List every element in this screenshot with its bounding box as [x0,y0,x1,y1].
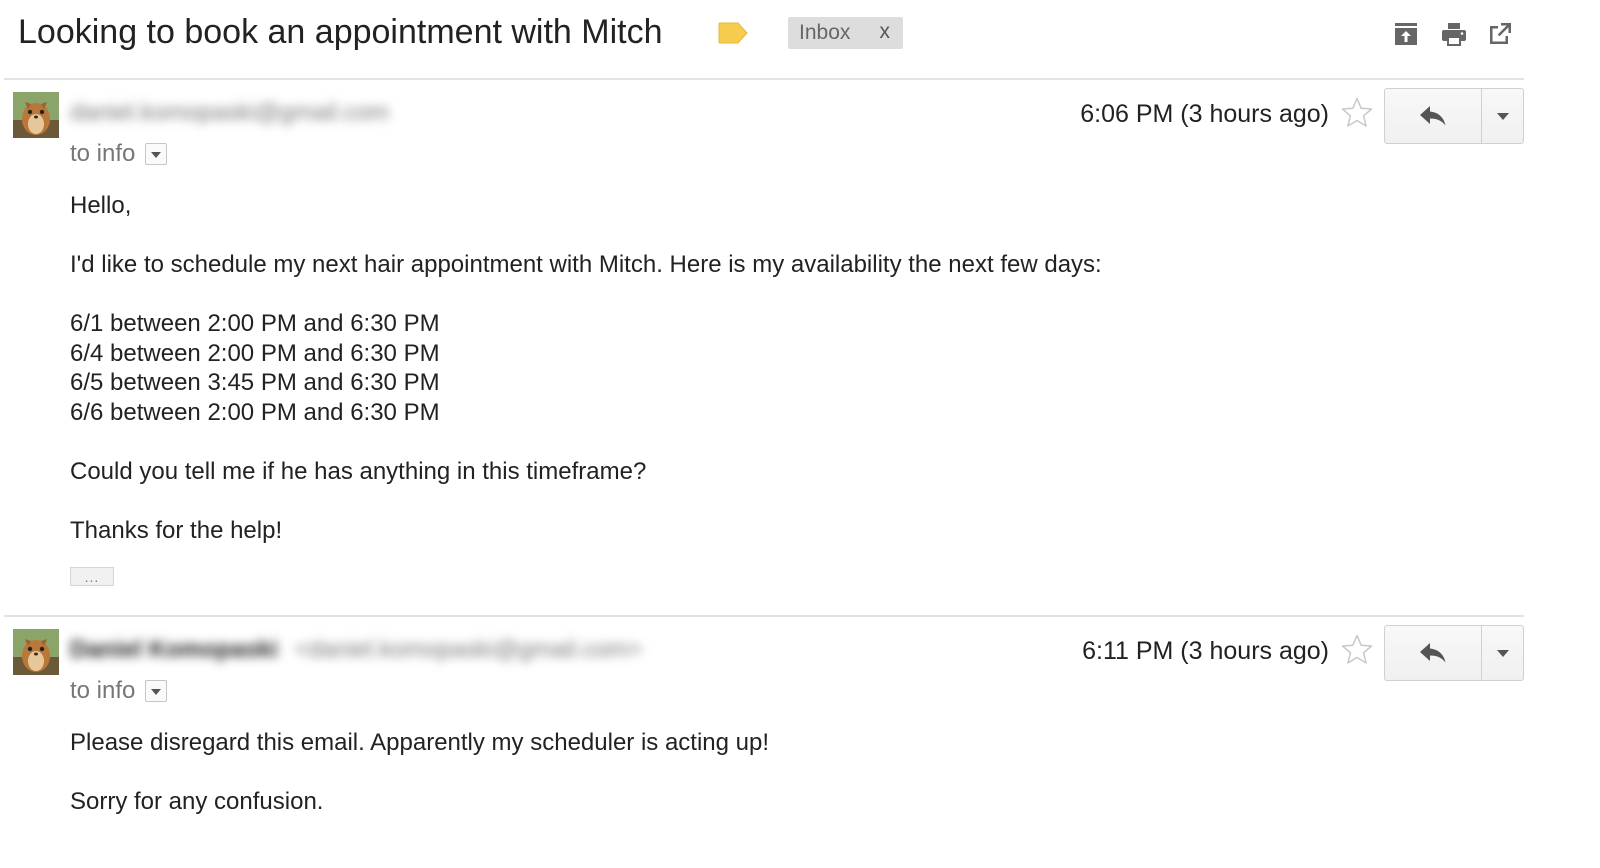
sender-email: daniel.komopaski@gmail.com [70,98,389,128]
message-timestamp: 6:11 PM (3 hours ago) [1082,637,1329,665]
show-details-button[interactable] [145,143,168,165]
chevron-down-icon [1496,649,1509,657]
print-icon[interactable] [1440,20,1468,48]
inbox-label[interactable]: Inbox x [788,17,903,49]
reply-icon [1420,643,1446,663]
sender-email-text: daniel.komopaski@gmail.com [70,99,390,126]
importance-marker-icon[interactable] [718,22,748,44]
body-line: 6/1 between 2:00 PM and 6:30 PM [70,310,440,337]
body-line: I'd like to schedule my next hair appoin… [70,251,1102,278]
chevron-down-icon [151,689,162,695]
body-line: Hello, [70,192,132,219]
remove-label-button[interactable]: x [880,20,891,44]
chevron-down-icon [1496,112,1509,120]
reply-button[interactable] [1385,626,1482,680]
show-trimmed-content-button[interactable]: ... [70,567,114,586]
recipient-text: to info [70,677,136,704]
more-options-button[interactable] [1482,89,1523,143]
sender-avatar [13,92,59,138]
sender-name: Daniel Komopaski [70,636,279,663]
more-options-button[interactable] [1482,626,1523,680]
inbox-label-text: Inbox [799,21,851,44]
body-line: 6/6 between 2:00 PM and 6:30 PM [70,398,440,426]
body-line: Thanks for the help! [70,516,283,544]
reply-icon [1420,106,1446,126]
body-line: Please disregard this email. Apparently … [70,729,770,756]
new-window-icon[interactable] [1486,20,1514,48]
reply-button[interactable] [1385,89,1482,143]
message-body: Hello, I'd like to schedule my next hair… [70,191,1102,545]
body-line: 6/4 between 2:00 PM and 6:30 PM [70,339,440,367]
show-details-button[interactable] [145,680,168,702]
reply-button-group [1384,625,1524,681]
star-icon[interactable] [1340,96,1374,130]
body-line: Could you tell me if he has anything in … [70,457,647,485]
chevron-down-icon [151,152,162,158]
star-icon[interactable] [1340,633,1374,667]
sender-avatar [13,629,59,675]
recipient-line: to info [70,676,168,706]
message-1: daniel.komopaski@gmail.com to info 6:06 … [0,80,1600,616]
email-subject: Looking to book an appointment with Mitc… [18,13,663,51]
recipient-line: to info [70,139,168,169]
archive-icon[interactable] [1392,20,1420,48]
body-line: 6/5 between 3:45 PM and 6:30 PM [70,369,440,396]
message-timestamp: 6:06 PM (3 hours ago) [1080,100,1329,128]
reply-button-group [1384,88,1524,144]
message-body: Please disregard this email. Apparently … [70,728,769,817]
sender-info: Daniel Komopaski <daniel.komopaski@gmail… [70,635,642,665]
thread-header: Looking to book an appointment with Mitc… [0,0,1600,80]
body-line: Sorry for any confusion. [70,788,324,815]
message-2: Daniel Komopaski <daniel.komopaski@gmail… [0,617,1600,868]
sender-email-text: <daniel.komopaski@gmail.com> [294,636,642,663]
recipient-text: to info [70,140,136,167]
